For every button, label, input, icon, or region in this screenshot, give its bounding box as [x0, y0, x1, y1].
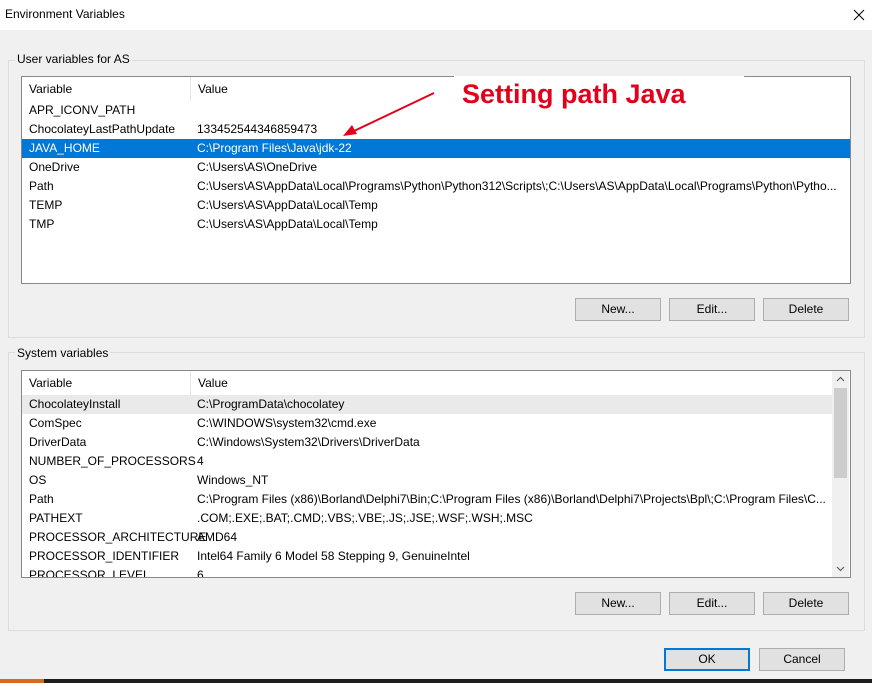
variable-value: Windows_NT — [197, 473, 269, 487]
user-delete-button[interactable]: Delete — [763, 298, 849, 321]
system-new-button[interactable]: New... — [575, 592, 661, 615]
variable-value: C:\Program Files (x86)\Borland\Delphi7\B… — [197, 492, 826, 506]
table-row[interactable]: PATHEXT .COM;.EXE;.BAT;.CMD;.VBS;.VBE;.JS… — [22, 509, 832, 528]
variable-name: Path — [29, 492, 54, 506]
scroll-up-button[interactable] — [832, 371, 849, 388]
variable-name: OneDrive — [29, 160, 80, 174]
chevron-up-icon — [836, 376, 845, 382]
cancel-button[interactable]: Cancel — [759, 648, 845, 671]
system-list-scrollbar[interactable] — [832, 371, 849, 577]
table-row[interactable]: TMP C:\Users\AS\AppData\Local\Temp — [22, 215, 850, 234]
system-variables-label: System variables — [15, 346, 111, 360]
variable-value: C:\Program Files\Java\jdk-22 — [197, 141, 352, 155]
table-row[interactable]: PROCESSOR_ARCHITECTURE AMD64 — [22, 528, 832, 547]
variable-name: TEMP — [29, 198, 63, 212]
table-row[interactable]: ChocolateyInstall C:\ProgramData\chocolat… — [22, 395, 832, 414]
scroll-down-button[interactable] — [832, 560, 849, 577]
variable-name: ChocolateyLastPathUpdate — [29, 122, 176, 136]
variable-value: AMD64 — [197, 530, 238, 544]
table-row[interactable]: TEMP C:\Users\AS\AppData\Local\Temp — [22, 196, 850, 215]
column-header-variable[interactable]: Variable — [22, 77, 190, 101]
title-bar: Environment Variables — [0, 0, 872, 30]
variable-name: OS — [29, 473, 47, 487]
table-row[interactable]: PROCESSOR_IDENTIFIER Intel64 Family 6 Mod… — [22, 547, 832, 566]
variable-name: APR_ICONV_PATH — [29, 103, 136, 117]
variable-value: C:\ProgramData\chocolatey — [197, 397, 345, 411]
user-variables-label: User variables for AS — [15, 52, 132, 66]
system-edit-button[interactable]: Edit... — [669, 592, 755, 615]
table-row[interactable]: PROCESSOR_LEVEL 6 — [22, 566, 832, 578]
table-row[interactable]: Path C:\Users\AS\AppData\Local\Programs\P… — [22, 177, 850, 196]
table-row[interactable]: NUMBER_OF_PROCESSORS 4 — [22, 452, 832, 471]
annotation-text: Setting path Java — [462, 79, 686, 109]
variable-name: PATHEXT — [29, 511, 83, 525]
variable-name: TMP — [29, 217, 55, 231]
variable-name: ComSpec — [29, 416, 82, 430]
user-edit-button[interactable]: Edit... — [669, 298, 755, 321]
table-row[interactable]: JAVA_HOME C:\Program Files\Java\jdk-22 — [22, 139, 850, 158]
variable-value: Intel64 Family 6 Model 58 Stepping 9, Ge… — [197, 549, 470, 563]
variable-name: PROCESSOR_IDENTIFIER — [29, 549, 180, 563]
variable-name: DriverData — [29, 435, 87, 449]
table-row[interactable]: ComSpec C:\WINDOWS\system32\cmd.exe — [22, 414, 832, 433]
taskbar-strip — [0, 679, 872, 683]
system-variables-list[interactable]: Variable Value ChocolateyInstall C:\Progr… — [21, 370, 851, 578]
column-header-value[interactable]: Value — [190, 371, 832, 395]
user-new-button[interactable]: New... — [575, 298, 661, 321]
variable-value: C:\Users\AS\AppData\Local\Temp — [197, 198, 378, 212]
close-button[interactable] — [846, 2, 872, 28]
variable-name: PROCESSOR_LEVEL — [29, 568, 150, 578]
column-header-variable[interactable]: Variable — [22, 371, 190, 395]
variable-name: NUMBER_OF_PROCESSORS — [29, 454, 196, 468]
table-row[interactable]: OneDrive C:\Users\AS\OneDrive — [22, 158, 850, 177]
variable-name: JAVA_HOME — [29, 141, 100, 155]
variable-name: Path — [29, 179, 54, 193]
variable-value: C:\Users\AS\OneDrive — [197, 160, 318, 174]
variable-value: C:\Users\AS\AppData\Local\Programs\Pytho… — [197, 179, 837, 193]
variable-name: PROCESSOR_ARCHITECTURE — [29, 530, 207, 544]
table-row[interactable]: Path C:\Program Files (x86)\Borland\Delph… — [22, 490, 832, 509]
variable-value: C:\WINDOWS\system32\cmd.exe — [197, 416, 377, 430]
variable-value: 133452544346859473 — [197, 122, 318, 136]
variable-name: ChocolateyInstall — [29, 397, 121, 411]
chevron-down-icon — [836, 566, 845, 572]
window-title: Environment Variables — [5, 7, 125, 21]
annotation-callout: Setting path Java — [454, 76, 744, 120]
variable-value: 6 — [197, 568, 204, 578]
variable-value: 4 — [197, 454, 204, 468]
system-list-header: Variable Value — [22, 371, 832, 395]
system-delete-button[interactable]: Delete — [763, 592, 849, 615]
taskbar-accent — [0, 679, 44, 683]
variable-value: .COM;.EXE;.BAT;.CMD;.VBS;.VBE;.JS;.JSE;.… — [197, 511, 533, 525]
scrollbar-thumb[interactable] — [834, 388, 847, 478]
variable-value: C:\Windows\System32\Drivers\DriverData — [197, 435, 420, 449]
table-row[interactable]: DriverData C:\Windows\System32\Drivers\Dr… — [22, 433, 832, 452]
close-icon — [853, 9, 865, 21]
variable-value: C:\Users\AS\AppData\Local\Temp — [197, 217, 378, 231]
ok-button[interactable]: OK — [664, 648, 750, 671]
red-arrow-icon — [343, 92, 435, 136]
table-row[interactable]: OS Windows_NT — [22, 471, 832, 490]
